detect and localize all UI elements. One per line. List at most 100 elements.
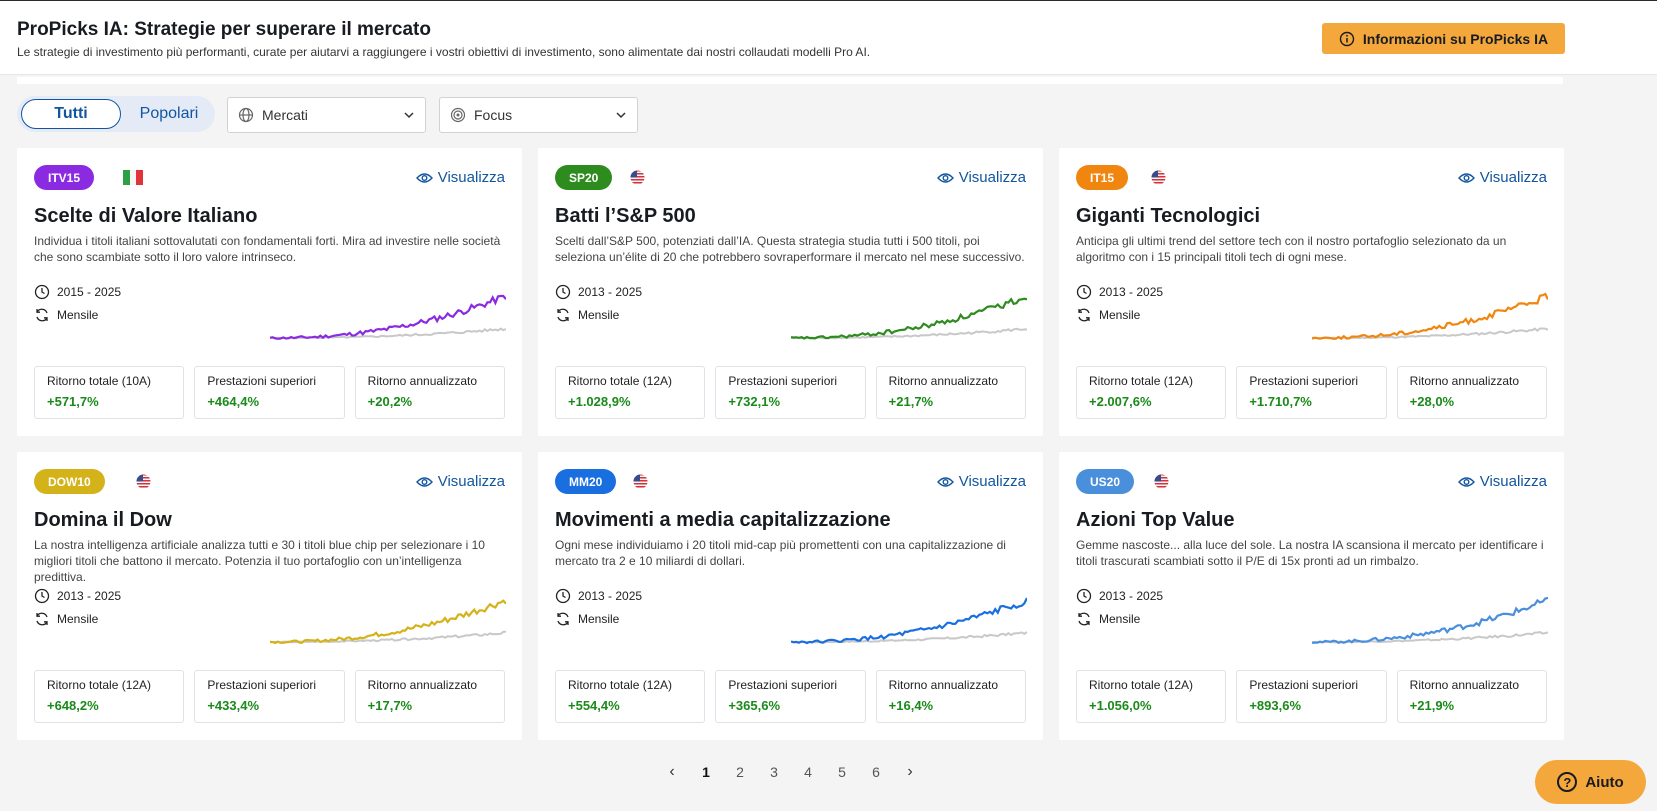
stat-value: +365,6% <box>728 698 781 713</box>
strategy-badge: SP20 <box>555 165 613 190</box>
next-page-icon[interactable]: › <box>893 763 927 781</box>
page-2[interactable]: 2 <box>723 764 757 780</box>
performance-sparkline <box>270 294 506 340</box>
stat-label: Ritorno totale (12A) <box>47 678 152 692</box>
clock-icon <box>34 588 50 604</box>
frequency-label: Mensile <box>57 612 99 626</box>
stat-value: +1.710,7% <box>1249 394 1312 409</box>
performance-sparkline <box>1312 596 1548 645</box>
strategy-card[interactable]: US20 Visualizza Azioni Top Value Gemme nasc… <box>1059 452 1564 740</box>
eye-icon <box>936 476 954 487</box>
period-label: 2013 - 2025 <box>578 285 643 299</box>
stat-label: Prestazioni superiori <box>207 678 317 692</box>
info-button[interactable]: Informazioni su ProPicks IA <box>1322 23 1565 54</box>
page-subtitle: Le strategie di investimento più perform… <box>17 45 871 59</box>
view-link[interactable]: Visualizza <box>415 169 505 186</box>
page-1[interactable]: 1 <box>689 764 723 780</box>
stat-label: Ritorno totale (12A) <box>568 374 673 388</box>
view-toggle: Tutti Popolari <box>17 96 215 132</box>
info-icon <box>1339 31 1355 46</box>
prev-page-icon[interactable]: ‹ <box>655 763 689 781</box>
focus-dropdown-label: Focus <box>474 107 513 123</box>
stat-label: Prestazioni superiori <box>1249 374 1359 388</box>
view-link[interactable]: Visualizza <box>1457 169 1547 186</box>
view-link-label: Visualizza <box>437 169 505 186</box>
view-link[interactable]: Visualizza <box>1457 473 1547 490</box>
markets-dropdown-label: Mercati <box>262 107 308 123</box>
view-link[interactable]: Visualizza <box>415 473 505 490</box>
performance-sparkline <box>791 597 1027 645</box>
stat-box: Ritorno annualizzato +21,7% <box>875 366 1026 419</box>
frequency-row: Mensile <box>555 611 619 627</box>
performance-sparkline <box>1312 292 1548 341</box>
strategy-title: Scelte di Valore Italiano <box>34 205 258 227</box>
stat-box: Prestazioni superiori +732,1% <box>715 366 866 419</box>
strategy-card[interactable]: SP20 Visualizza Batti l’S&P 500 Scelti dall… <box>538 148 1043 436</box>
target-icon <box>450 107 466 123</box>
stat-box: Ritorno totale (12A) +2.007,6% <box>1076 366 1227 419</box>
view-link-label: Visualizza <box>1479 473 1547 490</box>
period-label: 2015 - 2025 <box>57 285 122 299</box>
stat-label: Ritorno totale (12A) <box>1089 678 1194 692</box>
period-row: 2013 - 2025 <box>34 588 121 604</box>
strategy-card[interactable]: MM20 Visualizza Movimenti a media capitali… <box>538 452 1043 740</box>
period-label: 2013 - 2025 <box>57 589 122 603</box>
stat-label: Ritorno annualizzato <box>888 678 999 692</box>
toggle-popular[interactable]: Popolari <box>129 99 209 129</box>
strategy-title: Domina il Dow <box>34 509 172 531</box>
strategy-card[interactable]: ITV15 Visualizza Scelte di Valore Italiano… <box>17 148 522 436</box>
stat-value: +732,1% <box>728 394 781 409</box>
chevron-down-icon <box>616 112 626 119</box>
stat-value: +28,0% <box>1409 394 1455 409</box>
refresh-icon <box>36 308 48 322</box>
stats-row: Ritorno totale (12A) +1.056,0% Prestazioni… <box>1076 670 1547 723</box>
stat-value: +17,7% <box>367 698 413 713</box>
eye-icon <box>1457 172 1475 183</box>
view-link-label: Visualizza <box>1479 169 1547 186</box>
us-flag-icon <box>630 170 645 185</box>
refresh-icon <box>1078 308 1090 322</box>
stat-label: Ritorno annualizzato <box>1409 374 1520 388</box>
period-label: 2013 - 2025 <box>1099 589 1164 603</box>
period-row: 2013 - 2025 <box>1076 284 1163 300</box>
frequency-label: Mensile <box>1099 612 1141 626</box>
period-row: 2013 - 2025 <box>555 284 642 300</box>
refresh-icon <box>557 612 569 626</box>
period-label: 2013 - 2025 <box>1099 285 1164 299</box>
strategy-description: Scelti dall’S&P 500, potenziati dall’IA.… <box>555 234 1025 264</box>
page-3[interactable]: 3 <box>757 764 791 780</box>
help-icon: ? <box>1557 772 1578 792</box>
page-4[interactable]: 4 <box>791 764 825 780</box>
strategy-card[interactable]: DOW10 Visualizza Domina il Dow La nostra in… <box>17 452 522 740</box>
clock-icon <box>1076 284 1092 300</box>
markets-dropdown[interactable]: Mercati <box>227 97 426 133</box>
toggle-all[interactable]: Tutti <box>21 99 121 129</box>
info-button-label: Informazioni su ProPicks IA <box>1362 30 1549 47</box>
strategy-description: Ogni mese individuiamo i 20 titoli mid-c… <box>555 538 1006 568</box>
view-link[interactable]: Visualizza <box>936 473 1026 490</box>
page-5[interactable]: 5 <box>825 764 859 780</box>
stat-value: +554,4% <box>568 698 620 713</box>
stat-box: Prestazioni superiori +464,4% <box>194 366 345 419</box>
focus-dropdown[interactable]: Focus <box>439 97 638 133</box>
period-label: 2013 - 2025 <box>578 589 643 603</box>
strategy-card[interactable]: IT15 Visualizza Giganti Tecnologici Anticip… <box>1059 148 1564 436</box>
strategy-title: Azioni Top Value <box>1076 509 1235 531</box>
stat-label: Ritorno annualizzato <box>367 374 478 388</box>
stats-row: Ritorno totale (12A) +554,4% Prestazioni s… <box>555 670 1026 723</box>
page-title: ProPicks IA: Strategie per superare il m… <box>17 19 431 40</box>
stat-box: Ritorno totale (12A) +554,4% <box>555 670 706 723</box>
strategy-description: Gemme nascoste... alla luce del sole. La… <box>1076 538 1544 568</box>
stat-value: +16,4% <box>888 698 934 713</box>
stat-box: Prestazioni superiori +1.710,7% <box>1236 366 1387 419</box>
stat-label: Ritorno annualizzato <box>1409 678 1520 692</box>
page-6[interactable]: 6 <box>859 764 893 780</box>
help-button[interactable]: ? Aiuto <box>1535 760 1646 804</box>
stat-value: +20,2% <box>367 394 413 409</box>
stat-label: Ritorno totale (12A) <box>568 678 673 692</box>
stat-value: +464,4% <box>207 394 260 409</box>
view-link[interactable]: Visualizza <box>936 169 1026 186</box>
stat-label: Prestazioni superiori <box>728 678 838 692</box>
clock-icon <box>555 588 571 604</box>
stat-value: +648,2% <box>47 698 99 713</box>
